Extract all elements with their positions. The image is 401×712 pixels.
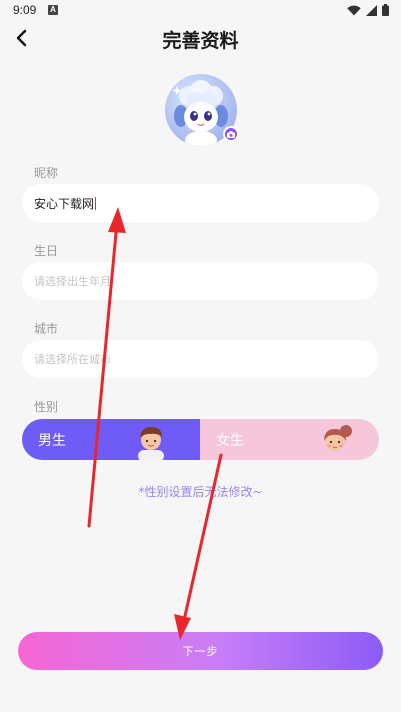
camera-icon	[227, 130, 235, 138]
gender-hint: *性别设置后无法修改~	[138, 485, 263, 499]
next-step-button[interactable]: 下一步	[18, 632, 383, 670]
signal-icon	[366, 4, 377, 16]
avatar-upload[interactable]	[165, 74, 239, 146]
city-label: 城市	[34, 322, 59, 336]
gender-male-option[interactable]: 男生	[22, 419, 200, 460]
page-title: 完善资料	[162, 30, 239, 52]
gender-female-label: 女生	[216, 433, 244, 449]
nickname-label: 昵称	[34, 166, 59, 180]
girl-avatar-icon	[324, 425, 352, 451]
camera-badge[interactable]	[223, 126, 239, 142]
boy-avatar-icon	[138, 427, 164, 460]
wifi-icon	[347, 5, 361, 15]
profile-setup-screen: 9:09 A 完善资料 昵称 安心下载网 生日 请选择出生年月 城市 请选择所在…	[0, 0, 401, 712]
status-bar: 9:09 A	[0, 0, 401, 22]
city-placeholder: 请选择所在城市	[34, 353, 111, 366]
text-caret	[95, 197, 97, 210]
gender-male-label: 男生	[38, 433, 66, 449]
nickname-input[interactable]: 安心下载网	[22, 184, 379, 222]
header: 完善资料	[0, 22, 401, 54]
gender-label: 性别	[34, 400, 59, 414]
status-icons	[347, 4, 389, 16]
status-time: 9:09	[13, 3, 37, 17]
city-picker[interactable]: 请选择所在城市	[22, 340, 379, 378]
gender-selector: 男生 女生	[22, 419, 379, 460]
battery-icon	[382, 4, 389, 16]
birthday-placeholder: 请选择出生年月	[34, 275, 111, 288]
gender-female-option[interactable]: 女生	[200, 419, 379, 460]
birthday-label: 生日	[34, 244, 59, 258]
nickname-value: 安心下载网	[34, 197, 97, 211]
next-step-label: 下一步	[182, 645, 219, 658]
notification-a-icon: A	[48, 5, 58, 15]
birthday-picker[interactable]: 请选择出生年月	[22, 262, 379, 300]
